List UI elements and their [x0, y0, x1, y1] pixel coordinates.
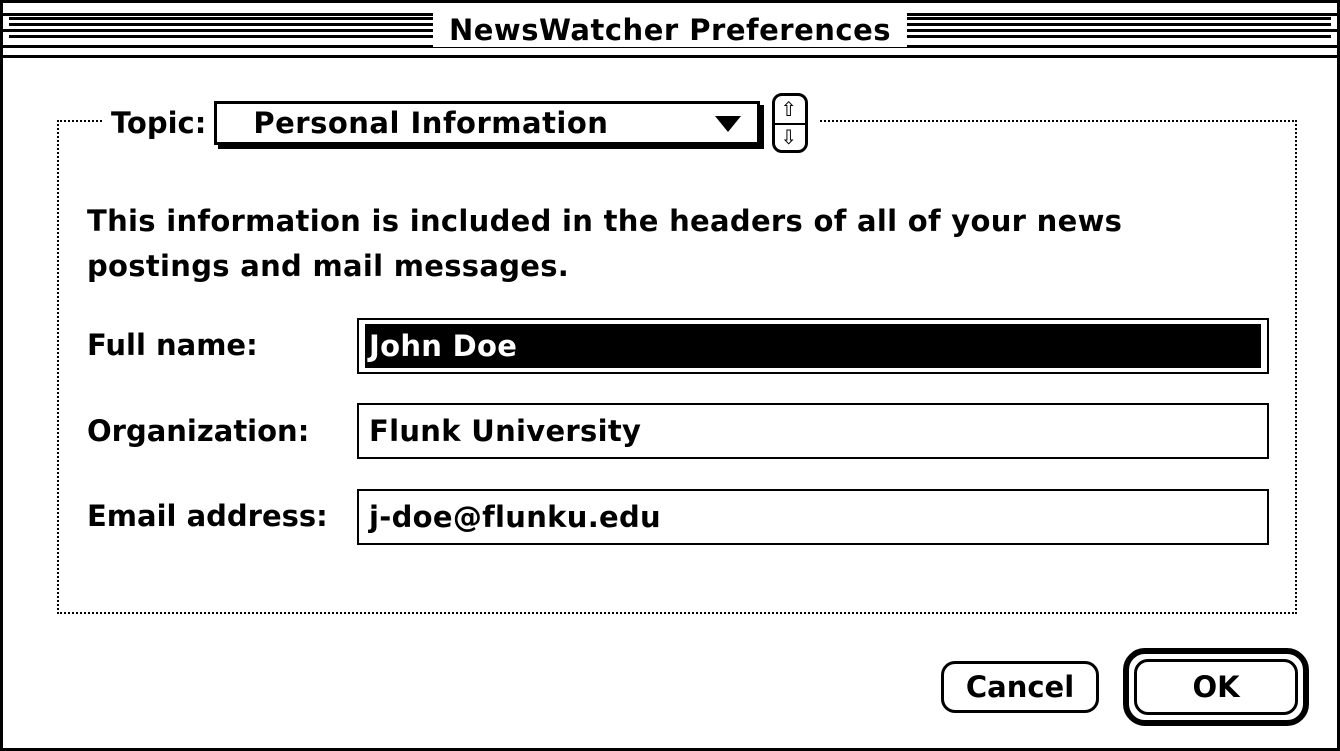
organization-field[interactable]: Flunk University	[357, 403, 1269, 459]
topic-label: Topic:	[111, 106, 207, 140]
title-bar[interactable]: NewsWatcher Preferences	[3, 3, 1337, 58]
topic-popup-menu[interactable]: Personal Information	[214, 101, 761, 145]
arrow-down-icon[interactable]: ⇩	[780, 126, 797, 148]
description-text: This information is included in the head…	[87, 204, 1123, 283]
window-title: NewsWatcher Preferences	[432, 13, 908, 47]
cancel-button[interactable]: Cancel	[941, 661, 1099, 713]
organization-label: Organization:	[87, 414, 310, 448]
full-name-value: John Doe	[365, 324, 1261, 368]
preferences-dialog: NewsWatcher Preferences Topic: Personal …	[0, 0, 1340, 751]
ok-button[interactable]: OK	[1134, 659, 1298, 715]
full-name-field[interactable]: John Doe	[357, 318, 1269, 374]
email-label: Email address:	[87, 499, 328, 533]
email-field[interactable]: j-doe@flunku.edu	[357, 489, 1269, 545]
topic-selector: Topic: Personal Information ⇧ ⇩	[103, 93, 819, 153]
triangle-down-icon	[715, 116, 742, 132]
arrow-up-icon[interactable]: ⇧	[780, 98, 797, 120]
full-name-label: Full name:	[87, 328, 258, 362]
topic-popup-value: Personal Information	[253, 106, 609, 140]
email-value: j-doe@flunku.edu	[369, 500, 661, 534]
topic-stepper[interactable]: ⇧ ⇩	[772, 93, 809, 153]
organization-value: Flunk University	[369, 414, 642, 448]
